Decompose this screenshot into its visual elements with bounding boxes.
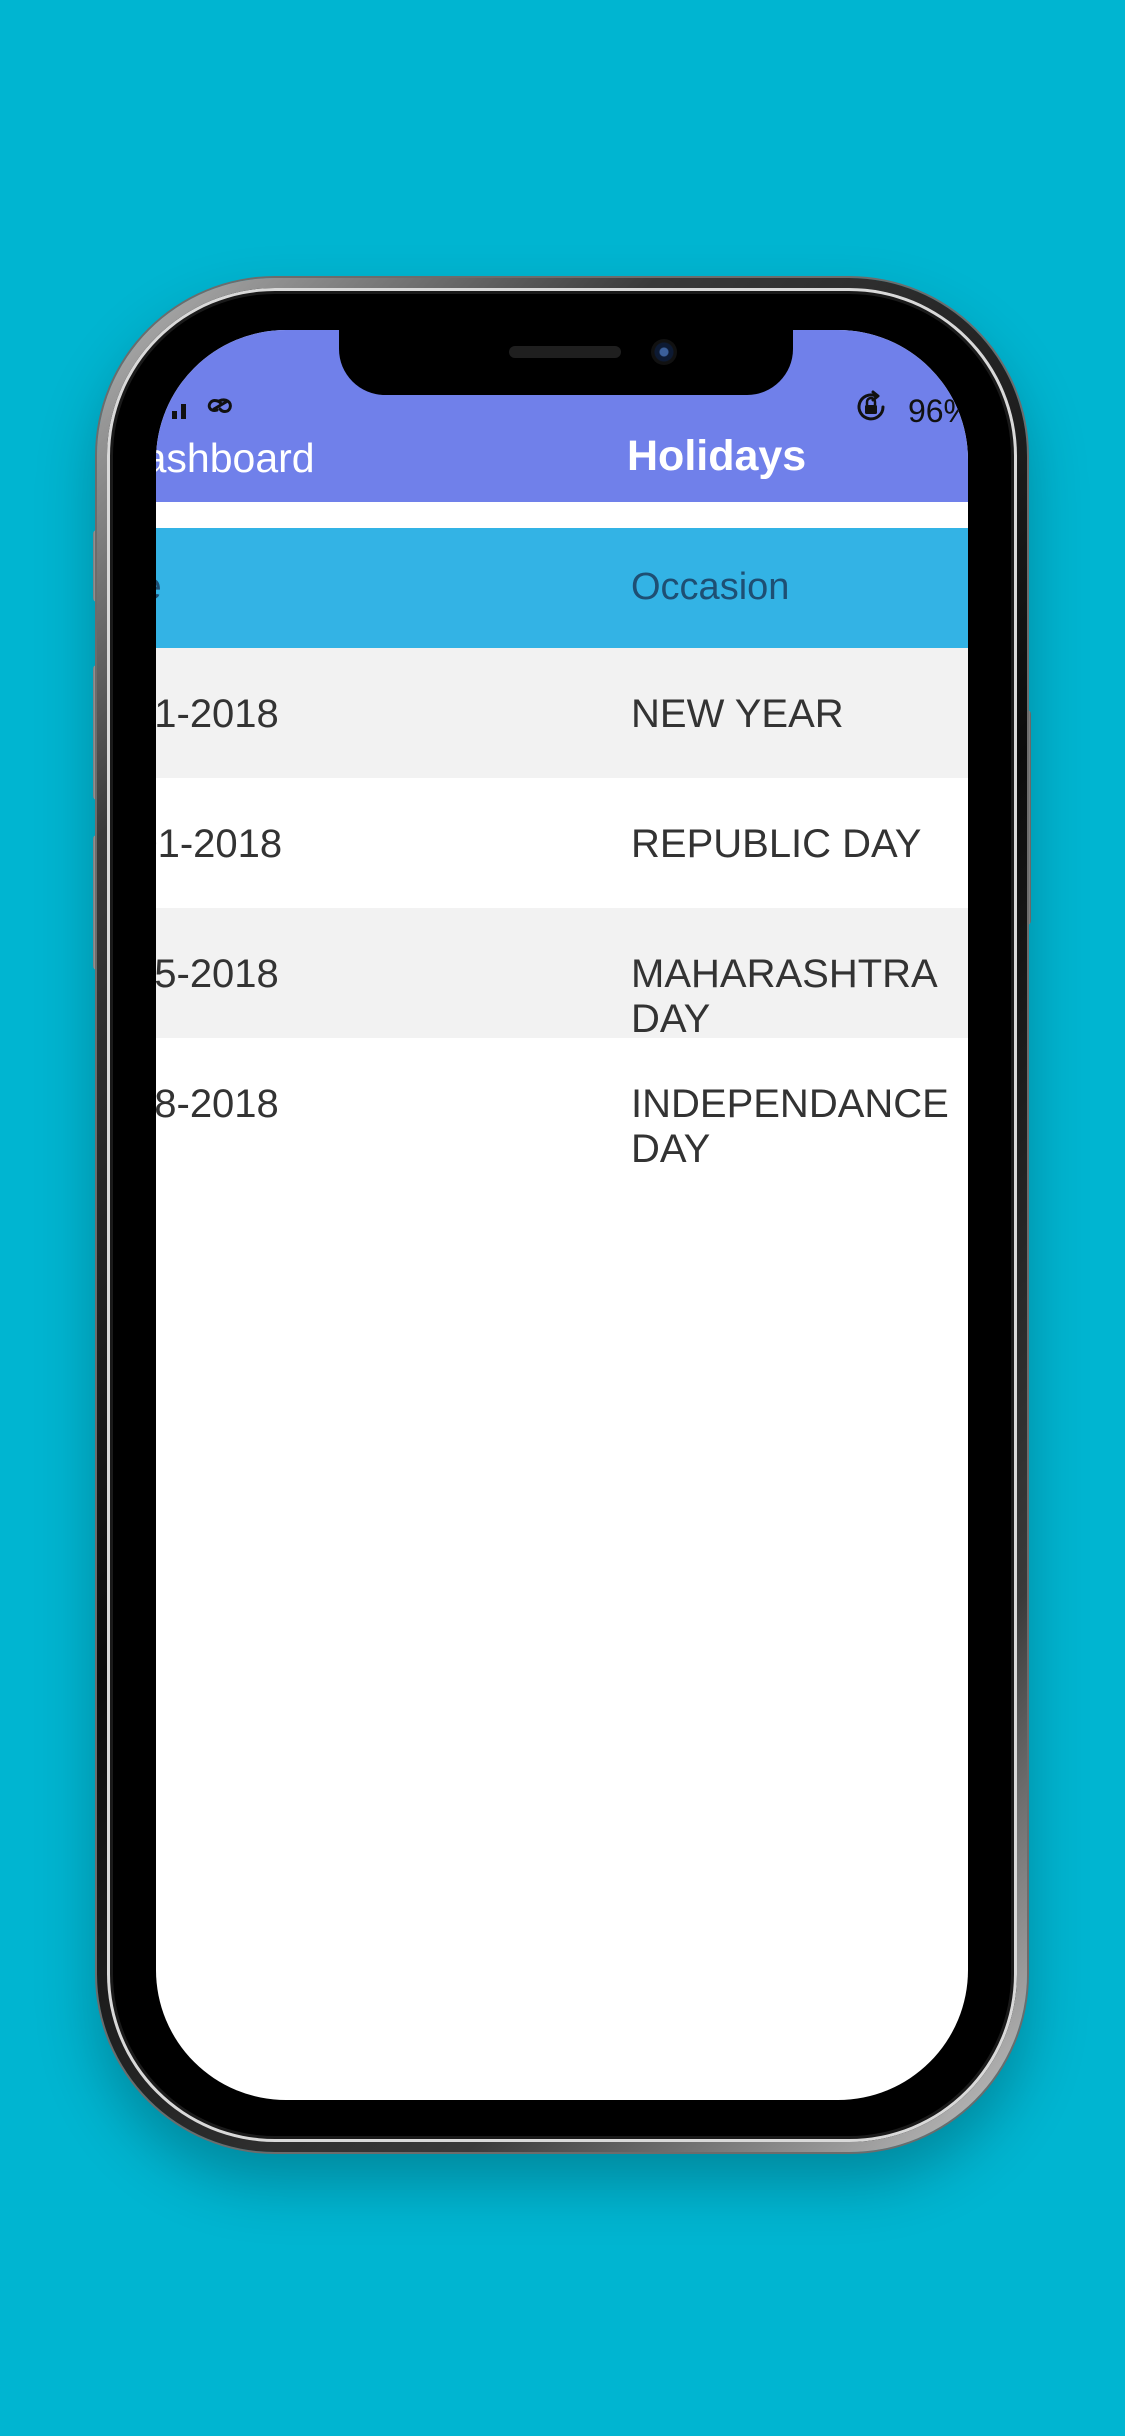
front-camera (651, 339, 677, 365)
phone-frame: 96% Dashboard Holidays te Occasion 01-20… (97, 278, 1027, 2152)
holiday-occasion: NEW YEAR (631, 692, 844, 736)
holiday-date: -01-2018 (156, 822, 283, 866)
table-row[interactable]: -01-2018 REPUBLIC DAY (156, 778, 968, 908)
status-left (172, 392, 240, 427)
table-row[interactable]: 08-2018 INDEPENDANCE DAY (156, 1038, 968, 1171)
table-row[interactable]: 05-2018 MAHARASHTRA DAY (156, 908, 968, 1041)
holiday-date: 08-2018 (156, 1082, 279, 1126)
header-date: te (156, 566, 162, 609)
table-header: te Occasion (156, 528, 968, 648)
table-row[interactable]: 01-2018 NEW YEAR (156, 648, 968, 778)
device-stage: 96% Dashboard Holidays te Occasion 01-20… (0, 0, 1125, 2436)
back-button[interactable]: Dashboard (156, 435, 315, 482)
header-occasion: Occasion (631, 566, 790, 608)
signal-bars-icon (172, 394, 190, 426)
link-icon (204, 392, 240, 427)
status-right: 96% (854, 390, 968, 432)
phone-screen: 96% Dashboard Holidays te Occasion 01-20… (156, 330, 968, 2100)
speaker-grille (509, 346, 621, 358)
holiday-date: 01-2018 (156, 692, 279, 736)
orientation-lock-icon (854, 390, 888, 432)
holiday-occasion: MAHARASHTRA DAY (631, 952, 936, 1041)
holiday-occasion: INDEPENDANCE DAY (631, 1082, 949, 1171)
header-spacer (156, 502, 968, 528)
device-notch (339, 330, 793, 395)
page-title: Holidays (627, 432, 807, 480)
navigation-bar: 96% Dashboard Holidays (156, 330, 968, 502)
holiday-occasion: REPUBLIC DAY (631, 822, 922, 866)
holiday-date: 05-2018 (156, 952, 279, 996)
battery-percentage: 96% (907, 392, 968, 429)
app-content: 96% Dashboard Holidays te Occasion 01-20… (156, 330, 968, 2100)
